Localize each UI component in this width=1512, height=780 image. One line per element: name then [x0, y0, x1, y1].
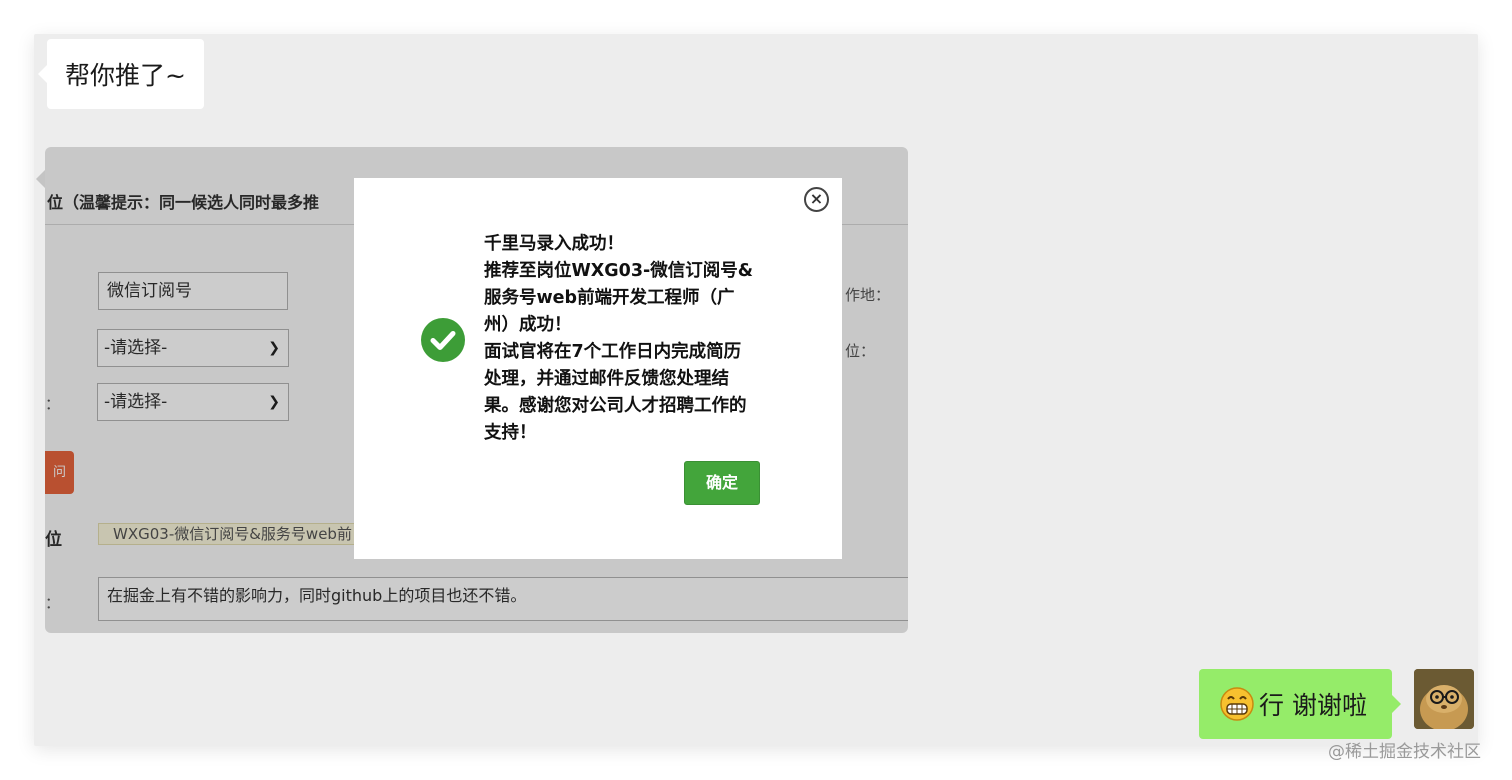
message-line: 果。感谢您对公司人才招聘工作的 — [484, 396, 747, 416]
close-icon[interactable]: × — [804, 187, 829, 212]
message-line: 千里马录入成功！ — [484, 234, 624, 254]
user-avatar[interactable] — [1414, 669, 1474, 729]
message-line: 州）成功！ — [484, 315, 572, 335]
message-line: 处理，并通过邮件反馈您处理结 — [484, 369, 729, 389]
incoming-message-bubble[interactable]: 帮你推了~ — [38, 39, 204, 109]
message-line: 面试官将在7个工作日内完成简历 — [484, 342, 742, 362]
image-bubble-arrow — [36, 170, 45, 188]
message-line: 推荐至岗位WXG03-微信订阅号& — [484, 261, 754, 281]
screenshot-image-message[interactable]: 位（温馨提示：同一候选人同时最多推 微信订阅号 -请选择- ❯ -请选择- ❯ … — [45, 147, 908, 633]
watermark-text: @稀土掘金技术社区 — [1328, 742, 1481, 762]
success-check-icon — [421, 318, 465, 362]
grinning-face-emoji-icon — [1219, 686, 1255, 722]
message-line: 服务号web前端开发工程师（广 — [484, 288, 735, 308]
success-dialog: × 千里马录入成功！ 推荐至岗位WXG03-微信订阅号& 服务号web前端开发工… — [354, 178, 842, 559]
message-line: 支持！ — [484, 423, 537, 443]
incoming-message-text: 帮你推了~ — [65, 61, 186, 90]
success-message: 千里马录入成功！ 推荐至岗位WXG03-微信订阅号& 服务号web前端开发工程师… — [484, 231, 784, 447]
outgoing-message-bubble[interactable]: 行 谢谢啦 — [1199, 669, 1401, 739]
confirm-button[interactable]: 确定 — [684, 461, 760, 505]
outgoing-message-text: 行 谢谢啦 — [1259, 691, 1367, 720]
